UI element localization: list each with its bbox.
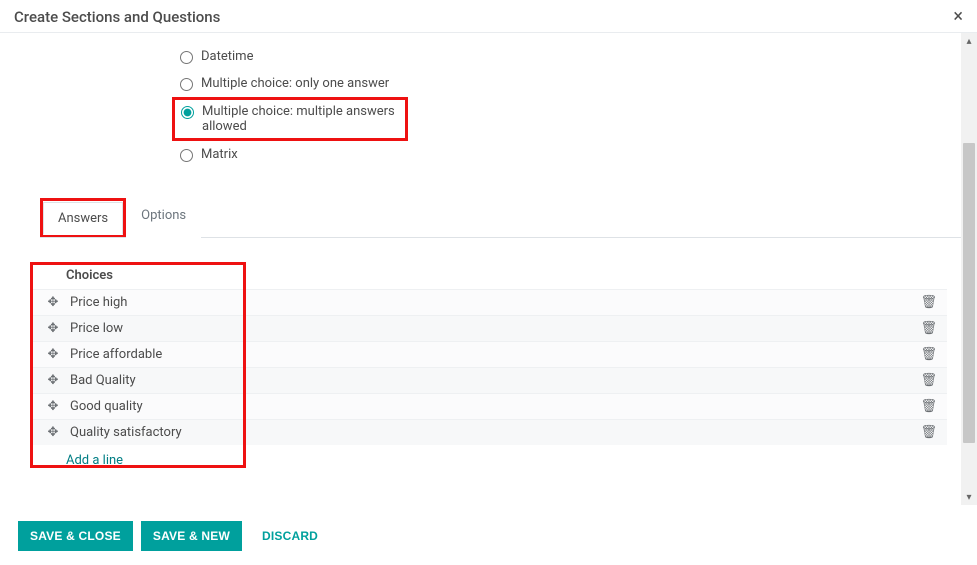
modal-header: Create Sections and Questions ×: [0, 0, 977, 33]
choice-label[interactable]: Price high: [70, 295, 906, 310]
choices-section: Choices ✥ Price high 🗑 ✥ Price low 🗑 ✥ P…: [30, 262, 947, 476]
radio-datetime-label: Datetime: [201, 49, 253, 64]
tab-answers[interactable]: Answers: [43, 202, 123, 235]
trash-icon[interactable]: 🗑: [916, 321, 941, 336]
choice-label[interactable]: Quality satisfactory: [70, 425, 906, 440]
scroll-up-icon[interactable]: ▴: [961, 33, 977, 49]
save-close-button[interactable]: SAVE & CLOSE: [18, 521, 133, 551]
drag-icon[interactable]: ✥: [46, 295, 60, 310]
radio-multi-many-label: Multiple choice: multiple answers allowe…: [202, 104, 399, 134]
radio-matrix-input[interactable]: [180, 149, 193, 162]
trash-icon[interactable]: 🗑: [916, 373, 941, 388]
discard-button[interactable]: DISCARD: [250, 521, 330, 551]
choice-row[interactable]: ✥ Bad Quality 🗑: [30, 367, 947, 393]
modal-footer: SAVE & CLOSE SAVE & NEW DISCARD: [0, 511, 977, 565]
highlight-selected-radio: Multiple choice: multiple answers allowe…: [172, 97, 408, 141]
choice-row[interactable]: ✥ Price affordable 🗑: [30, 341, 947, 367]
drag-icon[interactable]: ✥: [46, 425, 60, 440]
radio-multi-one-label: Multiple choice: only one answer: [201, 76, 389, 91]
choice-label[interactable]: Price low: [70, 321, 906, 336]
choice-label[interactable]: Good quality: [70, 399, 906, 414]
tabs-wrap: Answers Options: [40, 198, 977, 238]
save-new-button[interactable]: SAVE & NEW: [141, 521, 242, 551]
drag-icon[interactable]: ✥: [46, 347, 60, 362]
add-line-link[interactable]: Add a line: [30, 445, 947, 476]
drag-icon[interactable]: ✥: [46, 399, 60, 414]
tab-options[interactable]: Options: [126, 199, 201, 238]
radio-multi-one-input[interactable]: [180, 78, 193, 91]
radio-matrix[interactable]: Matrix: [180, 141, 430, 168]
question-type-radios: Datetime Multiple choice: only one answe…: [180, 43, 430, 168]
modal-body: Datetime Multiple choice: only one answe…: [0, 33, 977, 513]
scrollbar-thumb[interactable]: [963, 143, 975, 443]
trash-icon[interactable]: 🗑: [916, 295, 941, 310]
drag-icon[interactable]: ✥: [46, 321, 60, 336]
highlight-tab-answers: Answers: [40, 198, 126, 237]
choice-label[interactable]: Price affordable: [70, 347, 906, 362]
trash-icon[interactable]: 🗑: [916, 425, 941, 440]
choices-header: Choices: [30, 262, 947, 289]
trash-icon[interactable]: 🗑: [916, 399, 941, 414]
drag-icon[interactable]: ✥: [46, 373, 60, 388]
radio-multi-many[interactable]: Multiple choice: multiple answers allowe…: [181, 104, 399, 134]
scroll-down-icon[interactable]: ▾: [961, 489, 977, 505]
modal: Create Sections and Questions × Datetime…: [0, 0, 977, 565]
choice-label[interactable]: Bad Quality: [70, 373, 906, 388]
choice-row[interactable]: ✥ Good quality 🗑: [30, 393, 947, 419]
radio-datetime[interactable]: Datetime: [180, 43, 430, 70]
choice-row[interactable]: ✥ Price high 🗑: [30, 289, 947, 315]
radio-matrix-label: Matrix: [201, 147, 238, 162]
vertical-scrollbar[interactable]: ▴ ▾: [961, 33, 977, 505]
modal-title: Create Sections and Questions: [14, 8, 220, 26]
radio-multi-one[interactable]: Multiple choice: only one answer: [180, 70, 430, 97]
tabs: Answers Options: [40, 198, 977, 238]
radio-multi-many-input[interactable]: [181, 106, 194, 119]
radio-datetime-input[interactable]: [180, 51, 193, 64]
choice-row[interactable]: ✥ Price low 🗑: [30, 315, 947, 341]
close-icon[interactable]: ×: [953, 8, 963, 26]
choice-row[interactable]: ✥ Quality satisfactory 🗑: [30, 419, 947, 445]
trash-icon[interactable]: 🗑: [916, 347, 941, 362]
